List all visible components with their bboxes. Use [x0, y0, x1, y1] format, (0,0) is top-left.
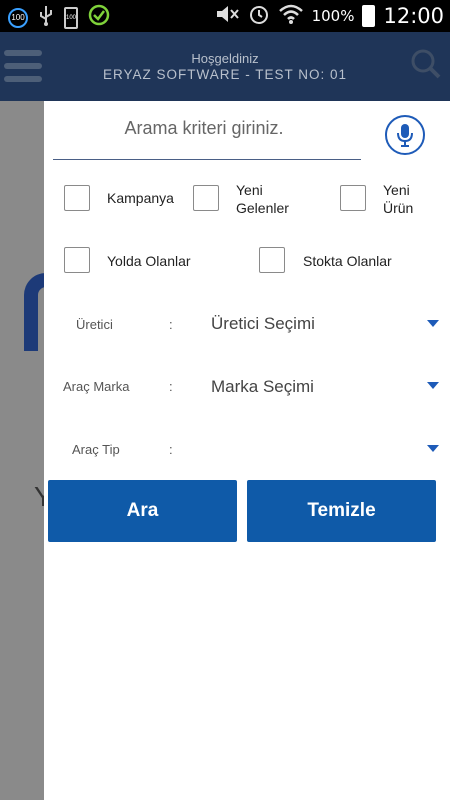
car-brand-label: Araç Marka: [63, 379, 130, 394]
clock: 12:00: [383, 4, 444, 28]
car-brand-colon: :: [169, 379, 173, 394]
manufacturer-colon: :: [169, 317, 173, 332]
greeting-title: Hoşgeldiniz: [191, 51, 259, 66]
checkbox-label-kampanya: Kampanya: [107, 190, 174, 206]
mute-icon: [214, 3, 240, 30]
car-type-label: Araç Tip: [72, 442, 120, 457]
checkbox-label-yeni-urun: Yeni Ürün: [383, 181, 413, 217]
checkbox-yeni-urun[interactable]: [340, 185, 366, 211]
label-line: Yeni: [383, 182, 410, 198]
checkbox-label-yolda-olanlar: Yolda Olanlar: [107, 253, 191, 269]
status-bar: 100 100 100% 12:00: [0, 0, 450, 32]
battery-icon: [362, 5, 376, 27]
checkbox-label-yeni-gelenler: Yeni Gelenler: [236, 181, 289, 217]
check-circle-icon: [88, 4, 110, 31]
checkbox-stokta-olanlar[interactable]: [259, 247, 285, 273]
search-dialog: Arama kriteri giriniz. Kampanya Yeni Gel…: [44, 101, 450, 800]
microphone-button[interactable]: [385, 115, 425, 155]
car-type-colon: :: [169, 442, 173, 457]
manufacturer-select[interactable]: Üretici Seçimi: [211, 314, 315, 334]
notification-count-icon: 100: [8, 7, 28, 28]
checkbox-yolda-olanlar[interactable]: [64, 247, 90, 273]
label-line: Gelenler: [236, 200, 289, 216]
label-line: Ürün: [383, 200, 414, 216]
wifi-icon: [278, 3, 304, 30]
search-button[interactable]: Ara: [48, 480, 237, 542]
checkbox-yeni-gelenler[interactable]: [193, 185, 219, 211]
microphone-icon: [397, 124, 413, 147]
clear-button[interactable]: Temizle: [247, 480, 436, 542]
battery-percent: 100%: [311, 7, 355, 25]
app-subtitle: ERYAZ SOFTWARE - TEST NO: 01: [102, 67, 348, 82]
search-icon[interactable]: [410, 48, 442, 85]
chevron-down-icon[interactable]: [427, 382, 439, 389]
manufacturer-label: Üretici: [76, 317, 113, 332]
label-line: Yeni: [236, 182, 263, 198]
checkbox-kampanya[interactable]: [64, 185, 90, 211]
search-input[interactable]: Arama kriteri giriniz.: [54, 118, 354, 139]
checkbox-label-stokta-olanlar: Stokta Olanlar: [303, 253, 392, 269]
chevron-down-icon[interactable]: [427, 320, 439, 327]
car-brand-select[interactable]: Marka Seçimi: [211, 377, 314, 397]
usb-icon: [38, 4, 54, 31]
app-bar: Hoşgeldiniz ERYAZ SOFTWARE - TEST NO: 01: [0, 32, 450, 101]
search-underline: [53, 159, 361, 160]
alarm-icon: [248, 3, 270, 30]
battery-small-icon: 100: [64, 6, 78, 29]
chevron-down-icon[interactable]: [427, 445, 439, 452]
